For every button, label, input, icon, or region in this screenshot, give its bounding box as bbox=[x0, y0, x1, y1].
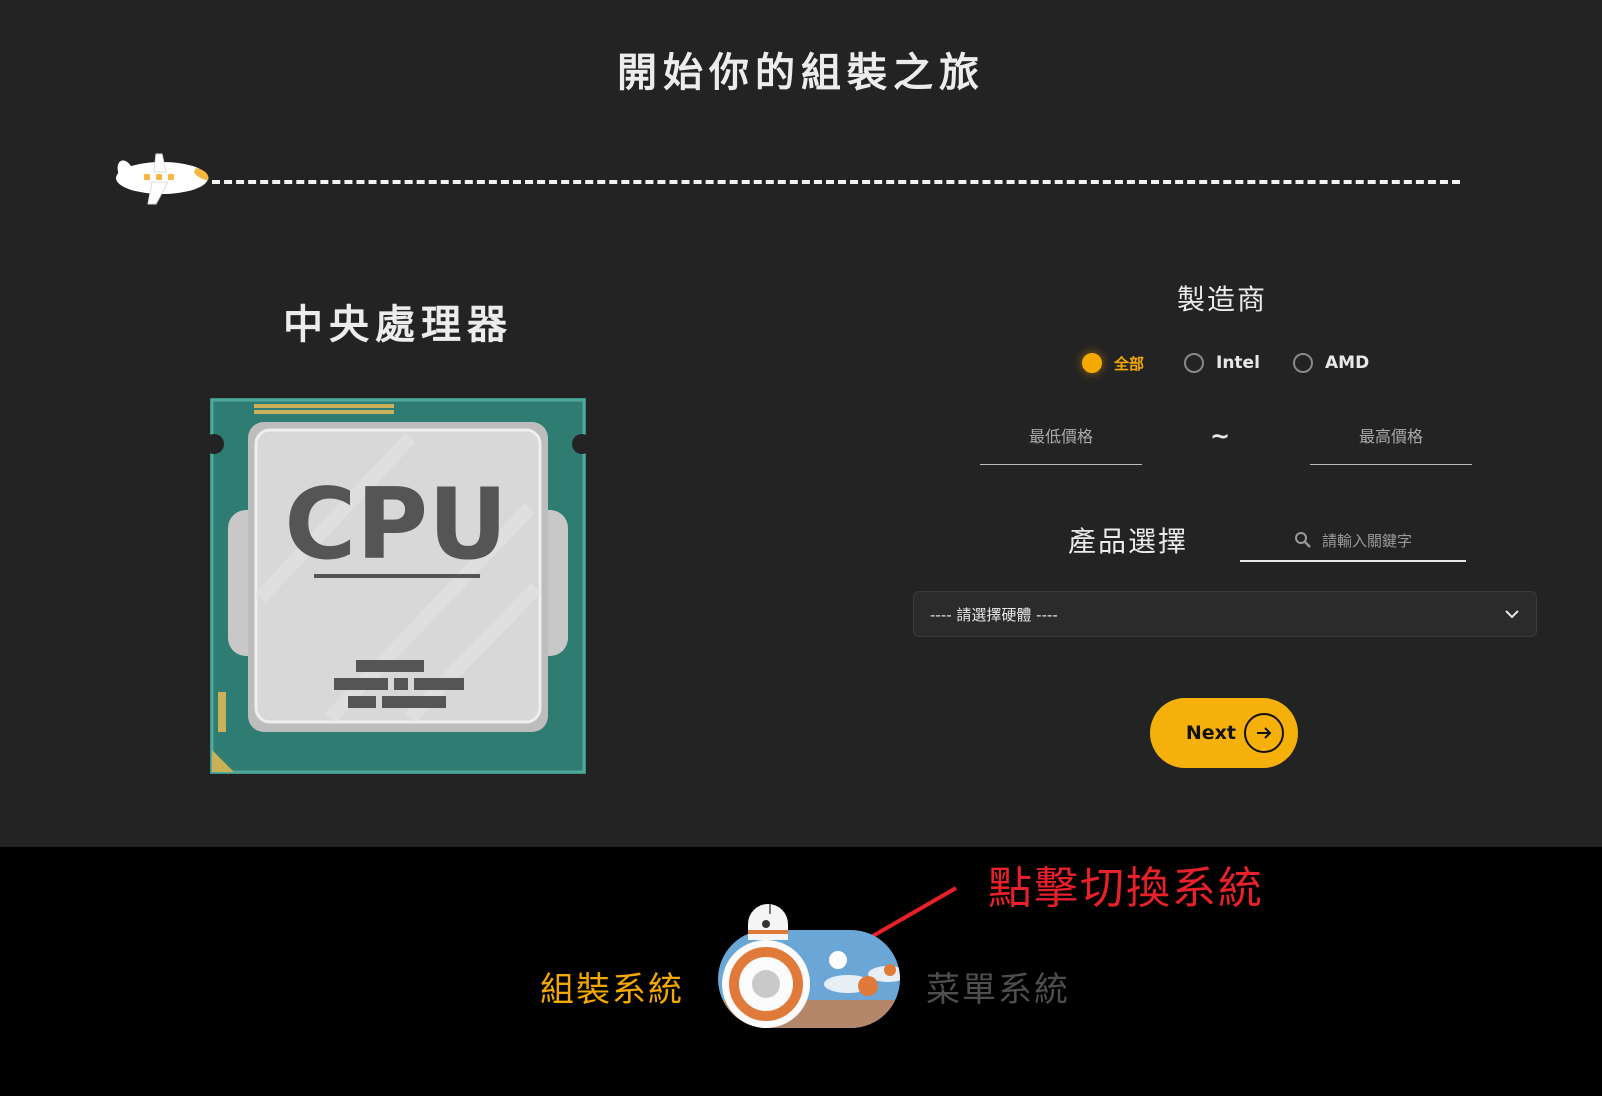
min-price-input[interactable]: 最低價格 bbox=[980, 420, 1142, 465]
progress-dashed-line bbox=[212, 180, 1460, 184]
radio-amd[interactable]: AMD bbox=[1293, 350, 1369, 376]
hardware-select[interactable]: ---- 請選擇硬體 ---- bbox=[913, 591, 1537, 637]
page-title: 開始你的組裝之旅 bbox=[617, 50, 985, 96]
search-input[interactable]: 請輸入關鍵字 bbox=[1240, 520, 1466, 562]
radio-intel[interactable]: Intel bbox=[1184, 350, 1260, 376]
manufacturer-title: 製造商 bbox=[1176, 283, 1267, 316]
chevron-down-icon bbox=[1505, 610, 1519, 619]
product-title: 產品選擇 bbox=[1068, 525, 1189, 558]
radio-dot bbox=[1293, 353, 1313, 373]
search-placeholder: 請輸入關鍵字 bbox=[1321, 531, 1412, 550]
system-toggle-switch[interactable] bbox=[718, 900, 910, 1034]
menu-system-label[interactable]: 菜單系統 bbox=[926, 962, 1070, 1011]
radio-all[interactable]: 全部 bbox=[1082, 350, 1144, 376]
radio-label: AMD bbox=[1325, 353, 1370, 373]
radio-label: 全部 bbox=[1114, 354, 1145, 373]
component-title: 中央處理器 bbox=[283, 302, 513, 348]
radio-dot bbox=[1082, 353, 1102, 373]
arrow-right-icon bbox=[1244, 713, 1284, 753]
max-price-input[interactable]: 最高價格 bbox=[1310, 420, 1472, 465]
next-label: Next bbox=[1185, 722, 1236, 744]
cpu-chip-icon: CPU bbox=[210, 398, 586, 774]
radio-dot bbox=[1184, 353, 1204, 373]
search-icon bbox=[1294, 532, 1311, 548]
airplane-icon bbox=[116, 153, 209, 205]
cpu-label: CPU bbox=[284, 468, 507, 582]
assembly-system-label[interactable]: 組裝系統 bbox=[540, 962, 684, 1011]
radio-label: Intel bbox=[1216, 353, 1260, 373]
main-panel: 開始你的組裝之旅 中央處理器 CPU 製造商 全部 Intel AMD 最低價格… bbox=[0, 0, 1602, 847]
switch-annotation: 點擊切換系統 bbox=[988, 863, 1264, 914]
price-separator: ~ bbox=[1210, 422, 1231, 450]
select-value: ---- 請選擇硬體 ---- bbox=[930, 605, 1058, 624]
next-button[interactable]: Next bbox=[1150, 698, 1298, 768]
